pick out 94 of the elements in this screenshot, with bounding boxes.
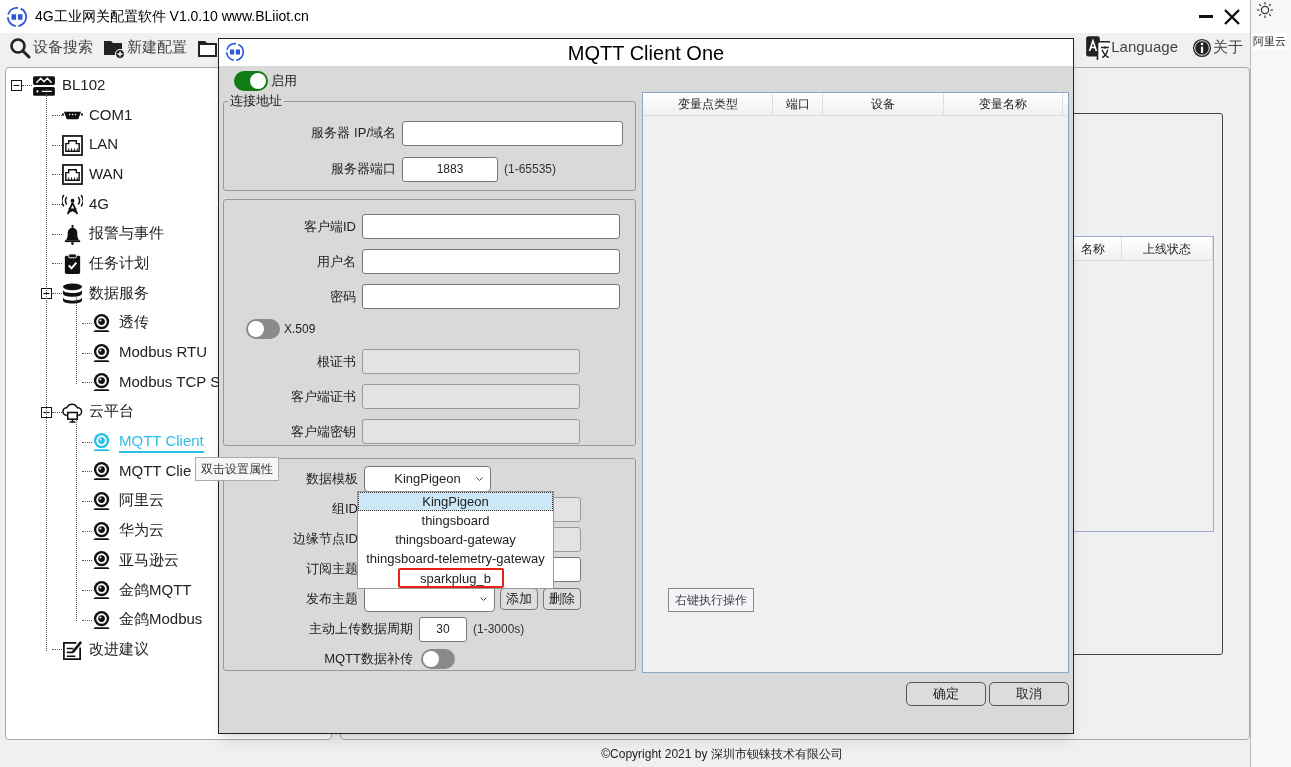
logo-icon	[225, 42, 245, 62]
note-edit-icon	[62, 639, 83, 661]
field-label: 服务器端口	[330, 160, 396, 179]
input-field[interactable]	[362, 249, 620, 274]
collapse-box[interactable]	[41, 288, 52, 300]
dialog-title: MQTT Client One	[567, 40, 725, 66]
bell-icon	[62, 223, 83, 245]
ethernet-port-icon	[62, 134, 83, 156]
dropdown-option[interactable]: thingsboard	[358, 511, 553, 531]
cloud-icon	[62, 401, 83, 423]
sun-icon	[1256, 1, 1274, 19]
field-label: 密码	[329, 287, 356, 306]
search-icon	[9, 36, 31, 59]
close-icon	[1224, 8, 1240, 25]
chevron-down-icon	[476, 477, 483, 482]
tree-item[interactable]: 改进建议	[62, 638, 149, 661]
tree-item[interactable]: 金鸽MQTT	[92, 579, 192, 602]
collapse-box[interactable]	[41, 406, 52, 418]
tree-item[interactable]: 透传	[92, 312, 149, 335]
action-button[interactable]: 删除	[543, 588, 581, 610]
tree-item[interactable]: Modbus RTU	[92, 342, 208, 365]
toggle-switch[interactable]	[246, 319, 280, 339]
tree-item[interactable]: MQTT Clie	[92, 460, 192, 483]
input-field[interactable]	[402, 120, 623, 146]
dropdown-option[interactable]: sparkplug_b	[358, 568, 553, 588]
toolbar-button[interactable]: 设备搜索	[9, 36, 93, 59]
tree-item[interactable]: 阿里云	[92, 490, 164, 513]
input-field[interactable]	[362, 284, 620, 309]
antenna-icon	[62, 194, 83, 216]
router-icon	[32, 73, 56, 98]
group-title: 连接地址	[228, 93, 284, 109]
context-hint: 右键执行操作	[668, 588, 754, 612]
dropdown-option[interactable]: KingPigeon	[358, 492, 553, 512]
range-hint: (1-65535)	[504, 161, 557, 178]
tree-item[interactable]: 亚马逊云	[92, 549, 179, 572]
window-title: 4G工业网关配置软件 V1.0.10 www.BLiiot.cn	[35, 7, 309, 26]
toggle-label: X.509	[284, 321, 316, 338]
tree-item[interactable]: WAN	[62, 163, 124, 186]
tooltip: 双击设置属性	[195, 457, 279, 481]
collapse-box[interactable]	[11, 80, 22, 92]
database-icon	[62, 283, 83, 305]
info-icon	[1192, 37, 1212, 58]
field-label: 发布主题	[305, 590, 358, 609]
dropdown-option[interactable]: thingsboard-gateway	[358, 530, 553, 550]
dropdown-option[interactable]: thingsboard-telemetry-gateway	[358, 549, 553, 569]
dialog-button[interactable]: 取消	[989, 682, 1069, 706]
field-label: 根证书	[316, 352, 356, 371]
logo-icon	[6, 5, 28, 28]
chevron-down-icon	[480, 597, 487, 602]
field-label: 订阅主题	[305, 560, 358, 579]
toggle-switch[interactable]	[234, 71, 268, 91]
input-field[interactable]	[362, 214, 620, 239]
field-label: 组ID	[331, 500, 358, 519]
tree-item[interactable]: BL102	[32, 73, 106, 98]
field-label: 边缘节点ID	[292, 530, 358, 549]
field-label: 主动上传数据周期	[308, 620, 413, 639]
field-label: 用户名	[316, 252, 356, 271]
minimize-icon	[1199, 15, 1213, 18]
toggle-switch[interactable]	[421, 649, 455, 669]
tree-item[interactable]: LAN	[62, 134, 119, 157]
tree-item[interactable]: 云平台	[62, 401, 134, 424]
field-label: 客户端密钥	[290, 422, 356, 441]
tree-item[interactable]: COM1	[62, 104, 133, 127]
toolbar-button[interactable]: 关于	[1192, 36, 1243, 59]
column-header[interactable]: 上线状态	[1121, 237, 1213, 260]
tree-item[interactable]: 报警与事件	[62, 223, 164, 246]
tree-item[interactable]: 金鸽Modbus	[92, 609, 203, 632]
copyright-text: ©Copyright 2021 by 深圳市钡铼技术有限公司	[601, 745, 843, 763]
toolbar-button[interactable]: 新建配置	[103, 36, 187, 59]
dialog-button[interactable]: 确定	[906, 682, 986, 706]
input-field[interactable]: 30	[419, 616, 467, 642]
ethernet-port-icon	[62, 164, 83, 186]
browser-link-text[interactable]: 阿里云	[1253, 33, 1286, 50]
field-label: 客户端ID	[303, 217, 356, 236]
action-button[interactable]: 添加	[500, 588, 538, 610]
field-label: 服务器 IP/域名	[310, 124, 396, 143]
tree-item[interactable]: 数据服务	[62, 282, 149, 305]
field-label: 客户端证书	[290, 387, 356, 406]
range-hint: (1-3000s)	[473, 621, 525, 638]
column-header[interactable]: 端口	[773, 93, 823, 115]
dropdown[interactable]: KingPigeon	[364, 466, 491, 492]
column-header[interactable]: 变量点类型	[643, 93, 773, 115]
translate-icon	[1085, 35, 1111, 60]
close-button[interactable]	[1222, 6, 1242, 27]
toggle-label: 启用	[271, 72, 297, 91]
tree-item[interactable]: 4G	[62, 193, 109, 216]
toolbar-button[interactable]: Language	[1085, 35, 1178, 60]
clipboard-check-icon	[62, 253, 83, 275]
field-label: MQTT数据补传	[323, 650, 413, 669]
tree-item[interactable]: 华为云	[92, 520, 164, 543]
column-header[interactable]: 变量名称	[944, 93, 1063, 115]
input-field[interactable]: 1883	[402, 156, 498, 182]
column-header[interactable]: 设备	[823, 93, 944, 115]
tree-item[interactable]: 任务计划	[62, 252, 149, 275]
